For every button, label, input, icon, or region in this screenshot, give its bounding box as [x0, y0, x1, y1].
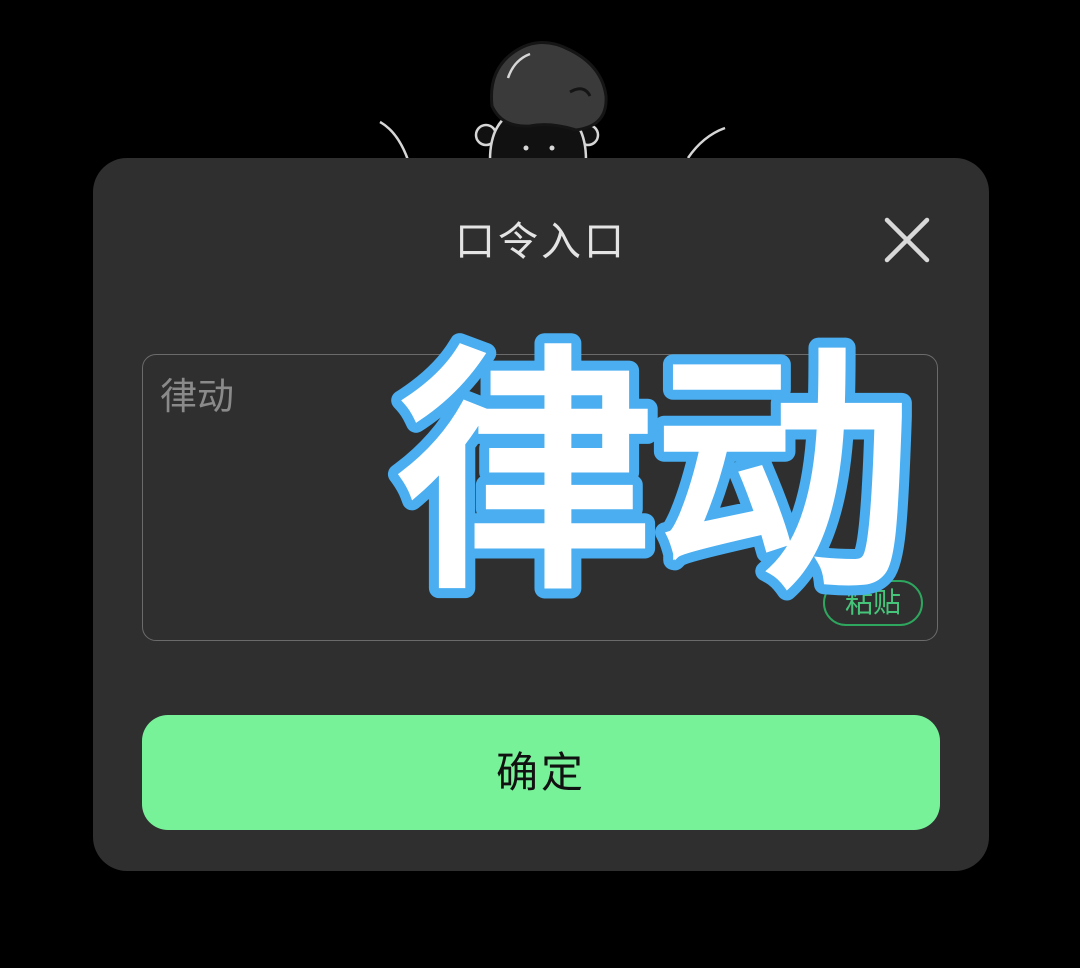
- command-code-value: 律动: [160, 375, 234, 418]
- close-icon[interactable]: [875, 208, 939, 272]
- dialog-title: 口令入口: [455, 219, 627, 265]
- paste-button[interactable]: 粘贴: [823, 580, 923, 626]
- command-code-input[interactable]: 律动 粘贴: [142, 354, 938, 641]
- screen: 口令入口 律动 粘贴 确定 律动: [0, 0, 1080, 968]
- mascot-illustration: [379, 41, 726, 162]
- confirm-button[interactable]: 确定: [142, 715, 940, 830]
- command-entry-dialog: 口令入口 律动 粘贴 确定: [93, 158, 989, 871]
